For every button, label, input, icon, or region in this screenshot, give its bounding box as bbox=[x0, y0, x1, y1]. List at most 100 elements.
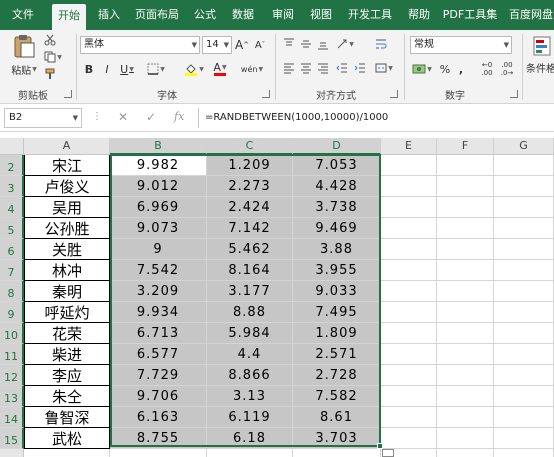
row-header[interactable]: 3 bbox=[0, 176, 24, 197]
cell-c[interactable]: 8.88 bbox=[207, 302, 293, 323]
conditional-formatting-icon[interactable] bbox=[530, 32, 554, 60]
font-color-button[interactable]: A ▼ bbox=[208, 60, 232, 78]
worksheet-grid[interactable]: A B C D E F G 2 宋江 9.982 1.209 7.053 3 卢俊义 9.01… bbox=[0, 132, 554, 457]
cell-e[interactable] bbox=[381, 197, 437, 218]
cell-g[interactable] bbox=[494, 323, 554, 344]
cell-a[interactable]: 柴进 bbox=[24, 344, 110, 365]
cell-d[interactable]: 4.428 bbox=[293, 176, 381, 197]
decrease-decimal-button[interactable]: .00.0→ bbox=[498, 60, 516, 78]
cell-f[interactable] bbox=[437, 218, 494, 239]
cell-a[interactable] bbox=[24, 449, 110, 457]
formula-input[interactable]: =RANDBETWEEN(1000,10000)/1000 bbox=[198, 108, 554, 128]
underline-button[interactable]: U ▼ bbox=[116, 60, 138, 78]
cell-c[interactable] bbox=[207, 449, 293, 457]
cell-a[interactable]: 宋江 bbox=[24, 155, 110, 176]
number-format-select[interactable]: 常规 ▼ bbox=[410, 36, 512, 54]
cell-f[interactable] bbox=[437, 239, 494, 260]
cell-b[interactable]: 9.073 bbox=[110, 218, 207, 239]
cell-c[interactable]: 5.462 bbox=[207, 239, 293, 260]
cell-d[interactable]: 1.809 bbox=[293, 323, 381, 344]
cell-c[interactable]: 7.142 bbox=[207, 218, 293, 239]
column-header-f[interactable]: F bbox=[437, 138, 494, 155]
column-header-b[interactable]: B bbox=[110, 138, 207, 155]
cell-d[interactable]: 7.495 bbox=[293, 302, 381, 323]
phonetic-guide-button[interactable]: wén ▼ bbox=[240, 60, 264, 78]
cell-a[interactable]: 林冲 bbox=[24, 260, 110, 281]
tab-pdf-tools[interactable]: PDF工具集 bbox=[442, 0, 498, 30]
cell-c[interactable]: 3.13 bbox=[207, 386, 293, 407]
enter-icon[interactable]: ✓ bbox=[146, 110, 156, 124]
tab-data[interactable]: 数据 bbox=[228, 0, 258, 30]
tab-file[interactable]: 文件 bbox=[6, 0, 40, 30]
cell-d[interactable]: 3.738 bbox=[293, 197, 381, 218]
row-header[interactable]: 16 bbox=[0, 449, 24, 457]
cell-g[interactable] bbox=[494, 344, 554, 365]
cell-b[interactable]: 6.713 bbox=[110, 323, 207, 344]
cell-g[interactable] bbox=[494, 218, 554, 239]
cell-g[interactable] bbox=[494, 449, 554, 457]
cell-a[interactable]: 公孙胜 bbox=[24, 218, 110, 239]
name-box[interactable]: B2 ▼ bbox=[4, 108, 82, 128]
cell-a[interactable]: 鲁智深 bbox=[24, 407, 110, 428]
italic-button[interactable]: I bbox=[100, 60, 114, 78]
increase-decimal-button[interactable]: ←0.00 bbox=[478, 60, 496, 78]
cell-b[interactable]: 9.706 bbox=[110, 386, 207, 407]
cell-g[interactable] bbox=[494, 155, 554, 176]
cell-b[interactable]: 6.163 bbox=[110, 407, 207, 428]
cell-f[interactable] bbox=[437, 281, 494, 302]
cancel-icon[interactable]: ✕ bbox=[118, 110, 128, 124]
paste-button[interactable] bbox=[10, 32, 38, 60]
increase-indent-icon[interactable] bbox=[352, 60, 368, 76]
comma-style-button[interactable]: , bbox=[454, 60, 468, 78]
row-header[interactable]: 10 bbox=[0, 323, 24, 344]
number-launcher-icon[interactable] bbox=[510, 90, 518, 98]
cell-a[interactable]: 呼延灼 bbox=[24, 302, 110, 323]
shrink-font-button[interactable]: Aˇ bbox=[252, 36, 268, 54]
tab-developer[interactable]: 开发工具 bbox=[346, 0, 394, 30]
cell-g[interactable] bbox=[494, 197, 554, 218]
cell-b[interactable]: 3.209 bbox=[110, 281, 207, 302]
cell-b[interactable]: 9.982 bbox=[110, 155, 207, 176]
align-middle-icon[interactable] bbox=[298, 36, 314, 52]
cell-d[interactable] bbox=[293, 449, 381, 457]
fill-color-button[interactable]: ▼ bbox=[182, 60, 206, 78]
conditional-formatting-label[interactable]: 条件格 bbox=[526, 60, 554, 75]
column-header-a[interactable]: A bbox=[24, 138, 110, 155]
cell-c[interactable]: 1.209 bbox=[207, 155, 293, 176]
paste-label[interactable]: 粘贴 ▼ bbox=[8, 62, 40, 77]
tab-formulas[interactable]: 公式 bbox=[190, 0, 220, 30]
tab-help[interactable]: 帮助 bbox=[404, 0, 434, 30]
cell-g[interactable] bbox=[494, 239, 554, 260]
border-button[interactable]: ▼ bbox=[144, 60, 168, 78]
column-header-d[interactable]: D bbox=[293, 138, 381, 155]
align-top-icon[interactable] bbox=[281, 36, 297, 52]
cell-c[interactable]: 2.273 bbox=[207, 176, 293, 197]
cell-b[interactable]: 7.542 bbox=[110, 260, 207, 281]
tab-home[interactable]: 开始 bbox=[52, 4, 86, 30]
cell-c[interactable]: 5.984 bbox=[207, 323, 293, 344]
cell-g[interactable] bbox=[494, 386, 554, 407]
wrap-text-icon[interactable] bbox=[372, 36, 390, 52]
font-size-select[interactable]: 14 ▼ bbox=[202, 36, 232, 54]
format-painter-icon[interactable] bbox=[42, 66, 58, 82]
cell-d[interactable]: 3.88 bbox=[293, 239, 381, 260]
row-header[interactable]: 6 bbox=[0, 239, 24, 260]
cell-e[interactable] bbox=[381, 344, 437, 365]
cell-b[interactable] bbox=[110, 449, 207, 457]
cell-d[interactable]: 7.582 bbox=[293, 386, 381, 407]
cell-e[interactable] bbox=[381, 260, 437, 281]
row-header[interactable]: 14 bbox=[0, 407, 24, 428]
cell-b[interactable]: 8.755 bbox=[110, 428, 207, 449]
tab-insert[interactable]: 插入 bbox=[94, 0, 124, 30]
cell-a[interactable]: 武松 bbox=[24, 428, 110, 449]
align-left-icon[interactable] bbox=[281, 60, 297, 76]
cell-b[interactable]: 9.012 bbox=[110, 176, 207, 197]
cell-d[interactable]: 3.955 bbox=[293, 260, 381, 281]
cell-c[interactable]: 6.119 bbox=[207, 407, 293, 428]
cell-c[interactable]: 8.164 bbox=[207, 260, 293, 281]
cell-f[interactable] bbox=[437, 323, 494, 344]
cell-c[interactable]: 4.4 bbox=[207, 344, 293, 365]
percent-button[interactable]: % bbox=[438, 60, 452, 78]
cell-a[interactable]: 朱仝 bbox=[24, 386, 110, 407]
cell-f[interactable] bbox=[437, 197, 494, 218]
